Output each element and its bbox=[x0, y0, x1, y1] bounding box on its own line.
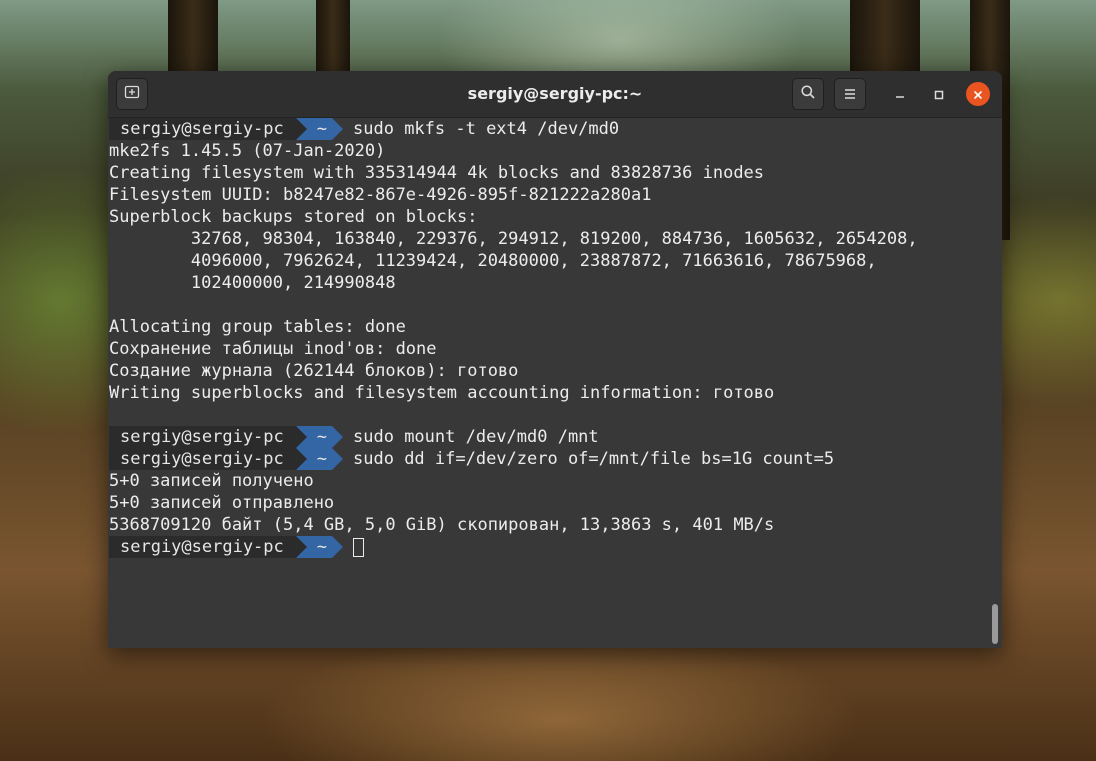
terminal-window: sergiy@sergiy-pc:~ sergiy@sergiy-pc ~ su… bbox=[108, 71, 1002, 648]
output-line: Allocating group tables: done bbox=[109, 317, 406, 337]
prompt-line: sergiy@sergiy-pc ~ sudo mkfs -t ext4 /de… bbox=[108, 118, 1002, 140]
minimize-icon bbox=[895, 85, 905, 104]
command-text: sudo mkfs -t ext4 /dev/md0 bbox=[353, 119, 620, 139]
minimize-button[interactable] bbox=[888, 82, 912, 106]
prompt-dir-segment: ~ bbox=[306, 536, 333, 558]
close-button[interactable] bbox=[966, 82, 990, 106]
output-line: 5+0 записей отправлено bbox=[109, 493, 335, 513]
output-line: Writing superblocks and filesystem accou… bbox=[109, 383, 775, 403]
title-bar[interactable]: sergiy@sergiy-pc:~ bbox=[108, 71, 1002, 118]
prompt-separator-arrow bbox=[332, 118, 344, 140]
prompt-separator-arrow bbox=[295, 426, 307, 448]
text-cursor[interactable] bbox=[353, 537, 365, 557]
prompt-user-segment: sergiy@sergiy-pc bbox=[109, 118, 296, 140]
prompt-user-segment: sergiy@sergiy-pc bbox=[109, 536, 296, 558]
output-line: 5368709120 байт (5,4 GB, 5,0 GiB) скопир… bbox=[109, 515, 775, 535]
menu-button[interactable] bbox=[834, 78, 866, 110]
maximize-icon bbox=[934, 85, 944, 104]
prompt-user-segment: sergiy@sergiy-pc bbox=[109, 426, 296, 448]
prompt-dir-segment: ~ bbox=[306, 118, 333, 140]
hamburger-menu-icon bbox=[843, 85, 857, 104]
output-line: Superblock backups stored on blocks: bbox=[109, 207, 478, 227]
output-line: Сохранение таблицы inod'ов: done bbox=[109, 339, 437, 359]
search-icon bbox=[800, 84, 816, 104]
output-line: Создание журнала (262144 блоков): готово bbox=[109, 361, 519, 381]
output-line: Creating filesystem with 335314944 4k bl… bbox=[109, 163, 765, 183]
prompt-separator-arrow bbox=[295, 536, 307, 558]
prompt-line: sergiy@sergiy-pc ~ sudo mount /dev/md0 /… bbox=[108, 426, 1002, 448]
output-line: mke2fs 1.45.5 (07-Jan-2020) bbox=[109, 141, 386, 161]
prompt-dir-segment: ~ bbox=[306, 448, 333, 470]
output-line: 4096000, 7962624, 11239424, 20480000, 23… bbox=[109, 251, 877, 271]
window-title: sergiy@sergiy-pc:~ bbox=[467, 84, 643, 103]
prompt-separator-arrow bbox=[332, 448, 344, 470]
command-text: sudo dd if=/dev/zero of=/mnt/file bs=1G … bbox=[353, 449, 835, 469]
prompt-dir-segment: ~ bbox=[306, 426, 333, 448]
output-line: 32768, 98304, 163840, 229376, 294912, 81… bbox=[109, 229, 918, 249]
maximize-button[interactable] bbox=[927, 82, 951, 106]
terminal-output[interactable]: sergiy@sergiy-pc ~ sudo mkfs -t ext4 /de… bbox=[108, 118, 1002, 648]
prompt-separator-arrow bbox=[295, 448, 307, 470]
output-line: 5+0 записей получено bbox=[109, 471, 314, 491]
prompt-user-segment: sergiy@sergiy-pc bbox=[109, 448, 296, 470]
prompt-separator-arrow bbox=[295, 118, 307, 140]
prompt-separator-arrow bbox=[332, 536, 344, 558]
prompt-line: sergiy@sergiy-pc ~ sudo dd if=/dev/zero … bbox=[108, 448, 1002, 470]
command-text: sudo mount /dev/md0 /mnt bbox=[353, 427, 599, 447]
prompt-separator-arrow bbox=[332, 426, 344, 448]
search-button[interactable] bbox=[792, 78, 824, 110]
prompt-line: sergiy@sergiy-pc ~ bbox=[108, 536, 1002, 558]
output-line: Filesystem UUID: b8247e82-867e-4926-895f… bbox=[109, 185, 652, 205]
output-line: 102400000, 214990848 bbox=[109, 273, 396, 293]
close-icon bbox=[973, 85, 983, 104]
vertical-scrollbar[interactable] bbox=[992, 604, 998, 644]
